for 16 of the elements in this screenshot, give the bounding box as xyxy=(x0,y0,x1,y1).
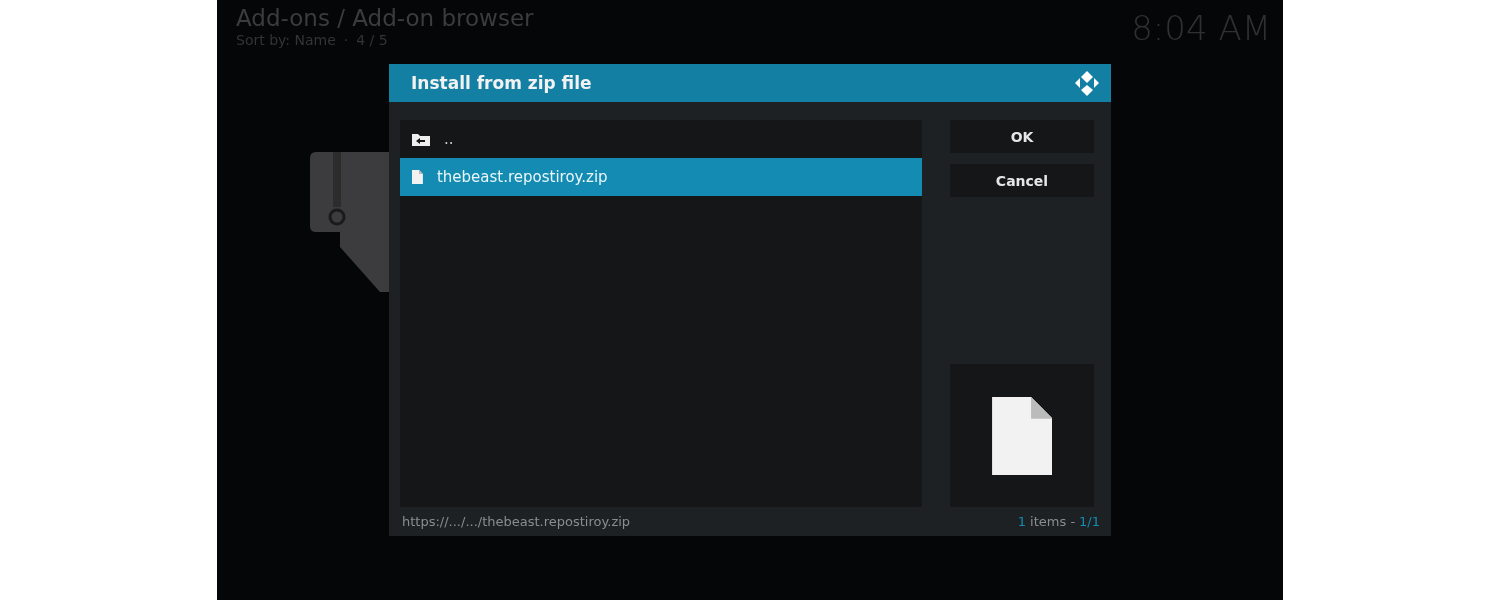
item-count: 1 xyxy=(1017,514,1027,529)
diamond-logo-icon xyxy=(1073,69,1101,97)
dialog-title: Install from zip file xyxy=(411,73,592,93)
path-label: https://.../.../thebeast.repostiroy.zip xyxy=(402,514,631,529)
file-list-item[interactable]: .. xyxy=(400,120,922,158)
item-label: .. xyxy=(444,130,454,148)
cancel-button[interactable]: Cancel xyxy=(950,164,1094,197)
folder-back-icon xyxy=(412,132,430,146)
ok-button[interactable]: OK xyxy=(950,120,1094,153)
file-icon xyxy=(412,170,423,184)
item-label: thebeast.repostiroy.zip xyxy=(436,168,608,186)
page-indicator: 1/1 xyxy=(1079,514,1100,529)
separator-dot: · xyxy=(343,32,349,48)
items-label: items - xyxy=(1030,514,1076,529)
file-list-item[interactable]: thebeast.repostiroy.zip xyxy=(400,158,922,196)
file-icon xyxy=(991,396,1053,475)
